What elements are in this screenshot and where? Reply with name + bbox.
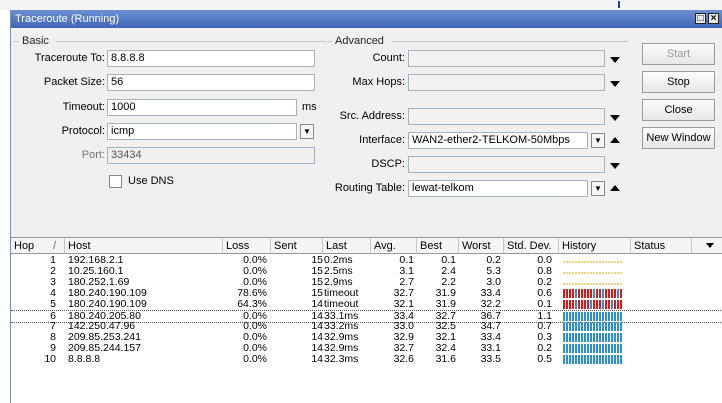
desktop-marker	[618, 1, 620, 8]
column-header-host[interactable]: Host	[65, 238, 223, 254]
port-label: Port:	[81, 149, 105, 161]
column-menu-icon[interactable]	[706, 243, 714, 248]
interface-label: Interface:	[359, 134, 405, 146]
avg-cell: 32.1	[393, 298, 414, 310]
interface-collapse-icon[interactable]	[610, 137, 620, 143]
history-sparkline	[563, 333, 629, 342]
maximize-icon[interactable]: □	[695, 13, 706, 24]
timeout-label: Timeout:	[62, 101, 105, 113]
advanced-group-line	[392, 41, 628, 42]
count-expand-icon[interactable]	[610, 57, 620, 63]
traceroute-to-label: Traceroute To:	[34, 52, 105, 64]
column-header-worst[interactable]: Worst	[459, 238, 504, 254]
port-input[interactable]: 33434	[107, 147, 315, 164]
use-dns-checkbox[interactable]	[109, 175, 122, 188]
src-address-label: Src. Address:	[339, 110, 405, 122]
routing-table-collapse-icon[interactable]	[610, 185, 620, 191]
column-header-sent[interactable]: Sent	[271, 238, 323, 254]
worst-cell: 33.5	[480, 353, 501, 365]
title-bar[interactable]: Traceroute (Running) □ ×	[11, 10, 722, 28]
host-cell: 8.8.8.8	[68, 353, 101, 365]
column-header-best[interactable]: Best	[417, 238, 459, 254]
column-header-std-dev[interactable]: Std. Dev.	[504, 238, 559, 254]
last-cell: 32.3ms	[324, 353, 359, 365]
dscp-label: DSCP:	[371, 158, 405, 170]
interface-select[interactable]: WAN2-ether2-TELKOM-50Mbps	[408, 132, 588, 149]
packet-size-input[interactable]: 56	[107, 74, 315, 91]
routing-table-label: Routing Table:	[334, 182, 405, 194]
sort-indicator: /	[53, 240, 57, 252]
last-cell: timeout	[324, 298, 359, 310]
results-table: Hop / Host Loss Sent Last Avg. Best Wors…	[11, 237, 722, 403]
traceroute-to-input[interactable]: 8.8.8.8	[107, 50, 315, 67]
best-cell: 31.9	[435, 298, 456, 310]
protocol-label: Protocol:	[61, 125, 105, 137]
history-sparkline	[563, 278, 629, 287]
column-header-history[interactable]: History	[559, 238, 631, 254]
max-hops-label: Max Hops:	[352, 76, 405, 88]
src-address-expand-icon[interactable]	[610, 115, 620, 121]
close-icon[interactable]: ×	[708, 13, 719, 24]
protocol-select[interactable]: icmp	[107, 123, 297, 140]
std-dev-cell: 0.1	[537, 298, 552, 310]
hop-header-label: Hop	[14, 240, 35, 252]
dscp-expand-icon[interactable]	[610, 163, 620, 169]
history-sparkline	[563, 355, 629, 364]
packet-size-label: Packet Size:	[43, 76, 105, 88]
window-title: Traceroute (Running)	[15, 13, 120, 25]
traceroute-window: Traceroute (Running) □ × Basic Tracerout…	[10, 10, 722, 403]
host-cell: 180.240.190.109	[68, 298, 147, 310]
column-header-hop[interactable]: Hop /	[11, 238, 65, 254]
history-sparkline	[563, 256, 629, 265]
interface-dropdown-button[interactable]: ▼	[591, 133, 605, 148]
std-dev-cell: 0.5	[537, 353, 552, 365]
column-menu[interactable]	[692, 238, 722, 254]
max-hops-expand-icon[interactable]	[610, 81, 620, 87]
history-sparkline	[563, 300, 629, 309]
loss-cell: 0.0%	[243, 353, 267, 365]
column-header-last[interactable]: Last	[323, 238, 371, 254]
history-sparkline	[563, 322, 629, 331]
loss-cell: 64.3%	[237, 298, 267, 310]
table-row[interactable]: 10 8.8.8.8 0.0% 14 32.3ms 32.6 31.6 33.5 0.5	[11, 353, 722, 365]
sent-cell: 14	[311, 298, 323, 310]
hop-cell: 10	[44, 353, 56, 365]
column-header-loss[interactable]: Loss	[223, 238, 271, 254]
column-header-avg[interactable]: Avg.	[371, 238, 417, 254]
table-row[interactable]: 5 180.240.190.109 64.3% 14 timeout 32.1 31.9 32…	[11, 298, 722, 310]
sent-cell: 14	[311, 353, 323, 365]
count-input[interactable]	[408, 50, 605, 67]
column-header-status[interactable]: Status	[631, 238, 692, 254]
close-button[interactable]: Close	[642, 99, 715, 121]
history-sparkline	[563, 312, 629, 321]
history-sparkline	[563, 344, 629, 353]
src-address-input[interactable]	[408, 108, 605, 125]
max-hops-input[interactable]	[408, 74, 605, 91]
dscp-input[interactable]	[408, 156, 605, 173]
timeout-input[interactable]: 1000	[107, 99, 297, 116]
advanced-group-line-left	[327, 41, 333, 42]
stop-button[interactable]: Stop	[642, 71, 715, 93]
count-label: Count:	[372, 52, 405, 64]
protocol-dropdown-button[interactable]: ▼	[300, 124, 314, 139]
worst-cell: 32.2	[480, 298, 501, 310]
history-sparkline	[563, 267, 629, 276]
routing-table-dropdown-button[interactable]: ▼	[591, 181, 605, 196]
basic-group-line	[56, 41, 326, 42]
routing-table-select[interactable]: lewat-telkom	[408, 180, 588, 197]
basic-group-line-left	[13, 41, 19, 42]
avg-cell: 32.6	[393, 353, 414, 365]
hop-cell: 5	[50, 298, 56, 310]
new-window-button[interactable]: New Window	[642, 127, 715, 149]
use-dns-label: Use DNS	[128, 175, 174, 187]
basic-group-label: Basic	[22, 35, 49, 47]
best-cell: 31.6	[435, 353, 456, 365]
desktop-strip	[0, 0, 722, 10]
history-sparkline	[563, 289, 629, 298]
advanced-group-label: Advanced	[335, 35, 384, 47]
start-button[interactable]: Start	[642, 43, 715, 65]
